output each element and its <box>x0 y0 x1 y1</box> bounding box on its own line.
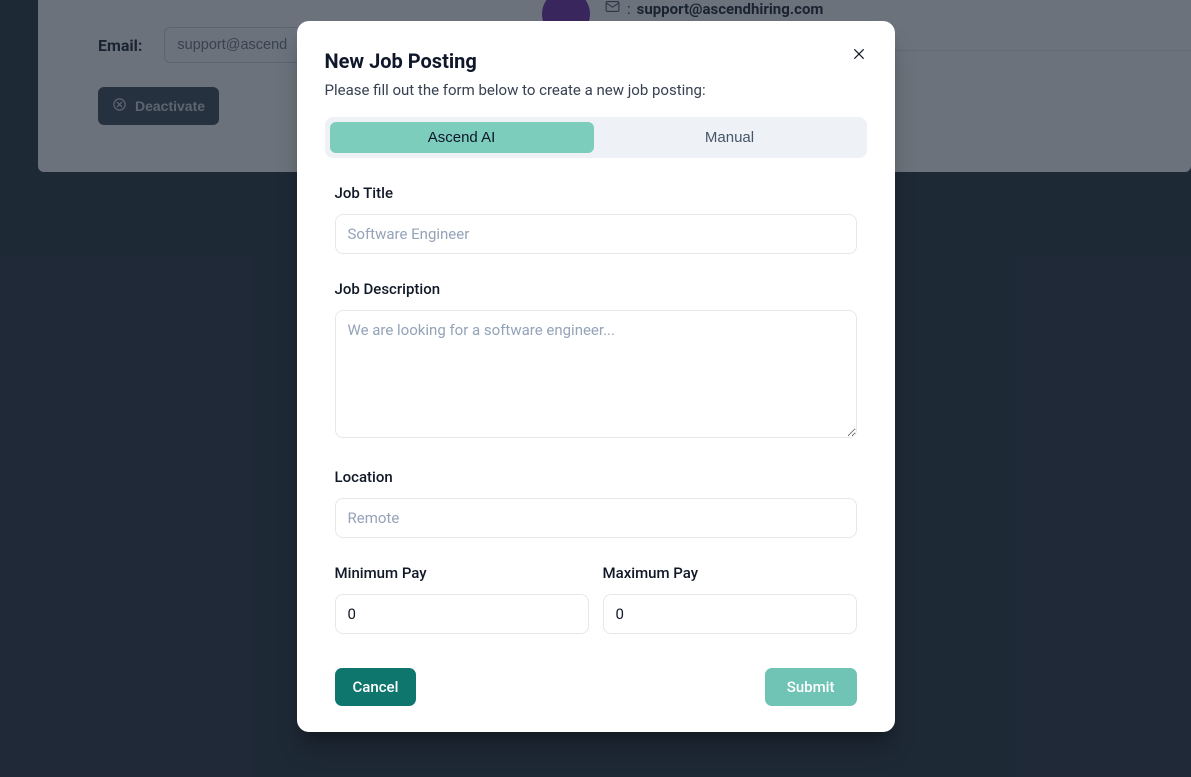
job-description-label: Job Description <box>335 280 857 298</box>
pay-row: Minimum Pay Maximum Pay <box>335 564 857 634</box>
button-row: Cancel Submit <box>325 668 867 706</box>
modal-subtitle: Please fill out the form below to create… <box>325 81 867 99</box>
job-title-field: Job Title <box>335 184 857 254</box>
minimum-pay-field: Minimum Pay <box>335 564 589 634</box>
location-input[interactable] <box>335 498 857 538</box>
minimum-pay-input[interactable] <box>335 594 589 634</box>
maximum-pay-input[interactable] <box>603 594 857 634</box>
modal-header: New Job Posting Please fill out the form… <box>325 49 867 99</box>
close-button[interactable] <box>849 45 869 65</box>
mode-tabs: Ascend AI Manual <box>325 117 867 158</box>
job-title-label: Job Title <box>335 184 857 202</box>
location-label: Location <box>335 468 857 486</box>
minimum-pay-label: Minimum Pay <box>335 564 589 582</box>
tab-manual[interactable]: Manual <box>598 122 862 153</box>
maximum-pay-label: Maximum Pay <box>603 564 857 582</box>
job-description-input[interactable] <box>335 310 857 438</box>
cancel-button[interactable]: Cancel <box>335 668 417 706</box>
location-field: Location <box>335 468 857 538</box>
form-fields: Job Title Job Description Location Minim… <box>325 184 867 634</box>
job-title-input[interactable] <box>335 214 857 254</box>
submit-button[interactable]: Submit <box>765 668 857 706</box>
job-description-field: Job Description <box>335 280 857 442</box>
tab-ascend-ai[interactable]: Ascend AI <box>330 122 594 153</box>
modal-overlay[interactable]: New Job Posting Please fill out the form… <box>0 0 1191 777</box>
close-icon <box>851 46 867 65</box>
maximum-pay-field: Maximum Pay <box>603 564 857 634</box>
new-job-posting-modal: New Job Posting Please fill out the form… <box>297 21 895 732</box>
modal-title: New Job Posting <box>325 49 867 73</box>
